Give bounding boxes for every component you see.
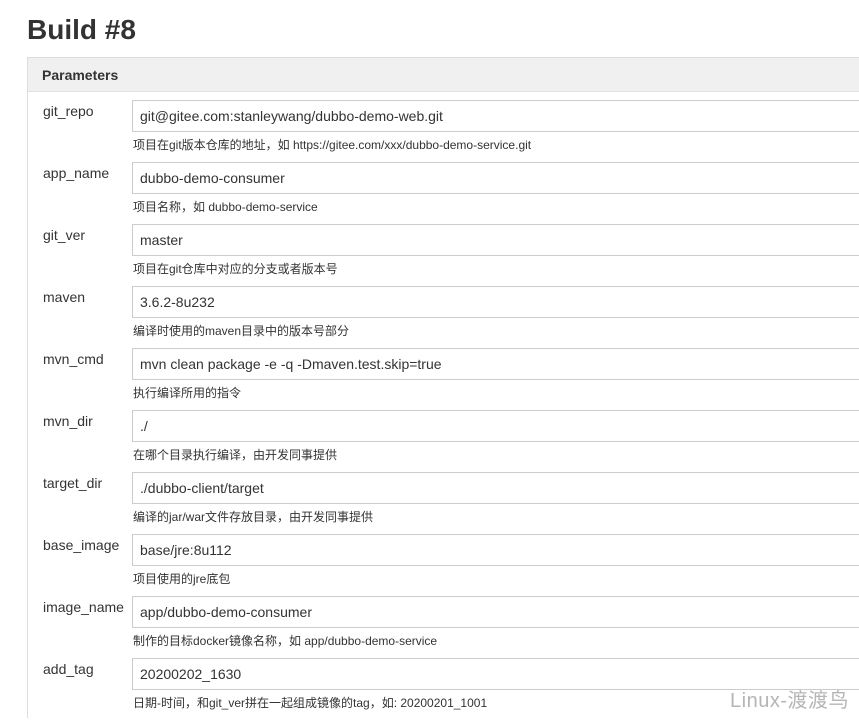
param-description-mvn-cmd: 执行编译所用的指令	[133, 386, 242, 400]
param-input-mvn-cmd[interactable]: mvn clean package -e -q -Dmaven.test.ski…	[132, 348, 859, 380]
parameters-panel-header: Parameters	[28, 58, 859, 92]
param-row-base-image: base_image base/jre:8u112 项目使用的jre底包	[28, 530, 859, 592]
param-input-app-name[interactable]: dubbo-demo-consumer	[132, 162, 859, 194]
param-description-target-dir: 编译的jar/war文件存放目录，由开发同事提供	[133, 510, 374, 524]
param-input-base-image[interactable]: base/jre:8u112	[132, 534, 859, 566]
param-row-mvn-cmd: mvn_cmd mvn clean package -e -q -Dmaven.…	[28, 344, 859, 406]
param-description-git-repo: 项目在git版本仓库的地址，如 https://gitee.com/xxx/du…	[133, 138, 532, 152]
param-label-mvn-dir: mvn_dir	[43, 413, 93, 429]
param-label-git-ver: git_ver	[43, 227, 86, 243]
parameters-panel: Parameters git_repo git@gitee.com:stanle…	[27, 57, 859, 718]
param-row-target-dir: target_dir ./dubbo-client/target 编译的jar/…	[28, 468, 859, 530]
param-row-git-repo: git_repo git@gitee.com:stanleywang/dubbo…	[28, 96, 859, 158]
param-label-image-name: image_name	[43, 599, 124, 615]
watermark: Linux-渡渡鸟	[730, 690, 849, 712]
param-input-add-tag[interactable]: 20200202_1630	[132, 658, 859, 690]
param-label-git-repo: git_repo	[43, 103, 94, 119]
param-input-git-repo[interactable]: git@gitee.com:stanleywang/dubbo-demo-web…	[132, 100, 859, 132]
param-label-base-image: base_image	[43, 537, 120, 553]
param-description-add-tag: 日期-时间，和git_ver拼在一起组成镜像的tag，如: 20200201_1…	[133, 696, 488, 710]
param-description-maven: 编译时使用的maven目录中的版本号部分	[133, 324, 350, 338]
page-title: Build #8	[27, 14, 136, 45]
param-label-maven: maven	[43, 289, 86, 305]
param-input-maven[interactable]: 3.6.2-8u232	[132, 286, 859, 318]
param-row-git-ver: git_ver master 项目在git仓库中对应的分支或者版本号	[28, 220, 859, 282]
param-input-target-dir[interactable]: ./dubbo-client/target	[132, 472, 859, 504]
param-input-image-name[interactable]: app/dubbo-demo-consumer	[132, 596, 859, 628]
param-label-target-dir: target_dir	[43, 475, 103, 491]
param-label-add-tag: add_tag	[43, 661, 94, 677]
param-description-base-image: 项目使用的jre底包	[133, 572, 231, 586]
param-description-app-name: 项目名称，如 dubbo-demo-service	[133, 200, 318, 214]
param-label-app-name: app_name	[43, 165, 110, 181]
param-description-git-ver: 项目在git仓库中对应的分支或者版本号	[133, 262, 338, 276]
param-row-app-name: app_name dubbo-demo-consumer 项目名称，如 dubb…	[28, 158, 859, 220]
param-label-mvn-cmd: mvn_cmd	[43, 351, 104, 367]
param-description-mvn-dir: 在哪个目录执行编译，由开发同事提供	[133, 448, 338, 462]
param-input-mvn-dir[interactable]: ./	[132, 410, 859, 442]
parameters-list: git_repo git@gitee.com:stanleywang/dubbo…	[28, 92, 859, 716]
param-row-maven: maven 3.6.2-8u232 编译时使用的maven目录中的版本号部分	[28, 282, 859, 344]
param-row-mvn-dir: mvn_dir ./ 在哪个目录执行编译，由开发同事提供	[28, 406, 859, 468]
param-row-image-name: image_name app/dubbo-demo-consumer 制作的目标…	[28, 592, 859, 654]
param-input-git-ver[interactable]: master	[132, 224, 859, 256]
param-description-image-name: 制作的目标docker镜像名称，如 app/dubbo-demo-service	[133, 634, 438, 648]
